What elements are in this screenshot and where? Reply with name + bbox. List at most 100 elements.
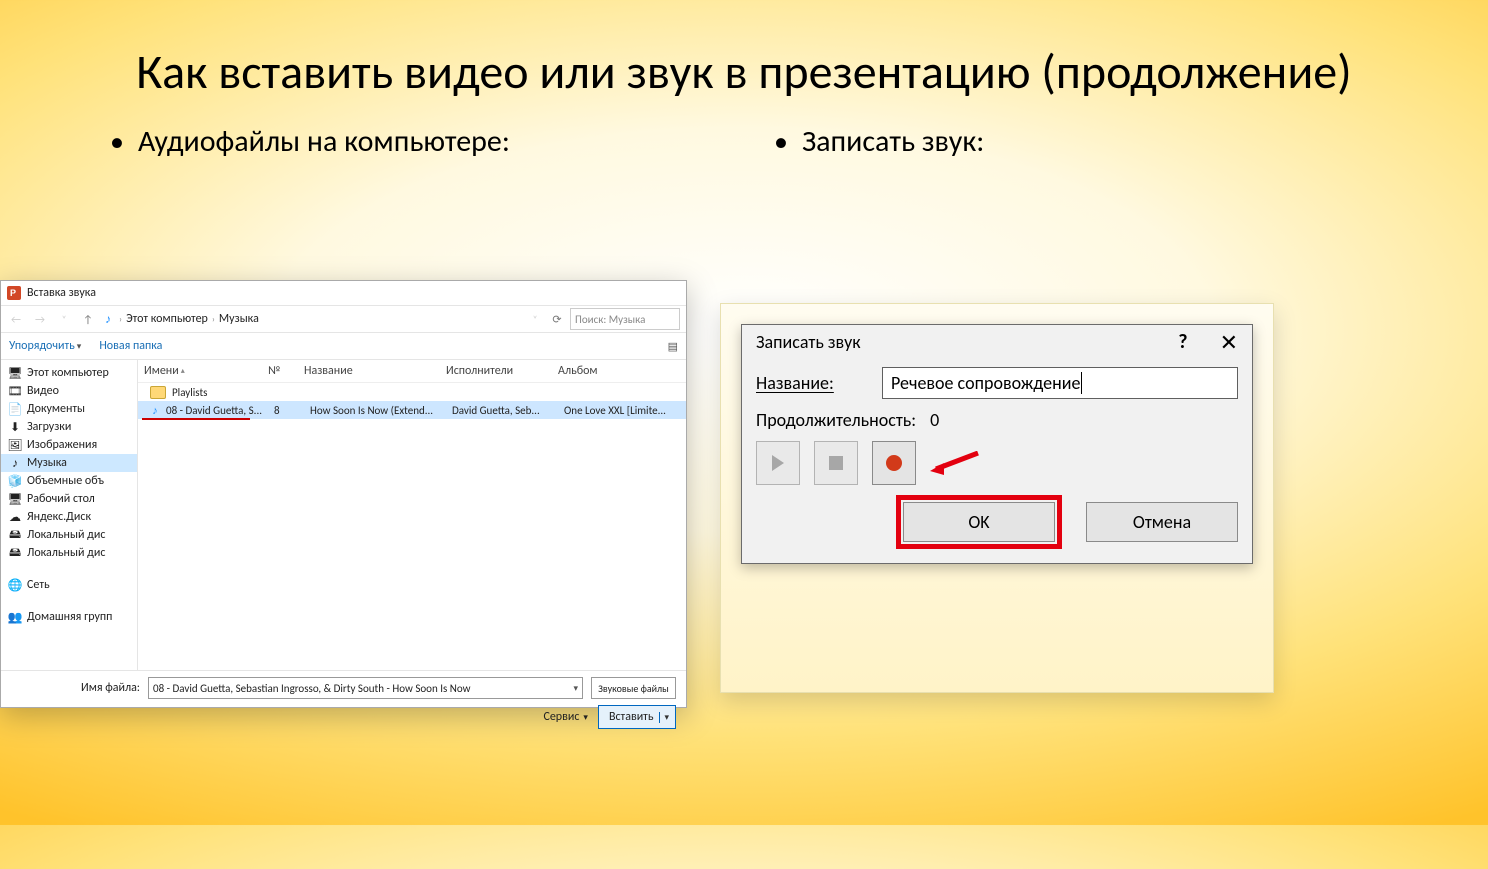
close-button[interactable]: ✕ — [1220, 329, 1238, 356]
bullet-record-sound: Записать звук: — [774, 123, 1378, 160]
folder-icon — [150, 386, 166, 399]
sidebar-item-music[interactable]: ♪ Музыка — [1, 454, 137, 472]
sidebar-item-label: Этот компьютер — [27, 366, 109, 380]
stop-icon — [829, 456, 843, 470]
sidebar-item-label: Документы — [27, 402, 85, 416]
up-button[interactable]: ↑ — [79, 310, 97, 328]
powerpoint-icon — [7, 286, 21, 300]
dialog-titlebar: Записать звук ? ✕ — [742, 325, 1252, 359]
disk-icon: 🖴 — [9, 529, 21, 541]
search-input[interactable]: Поиск: Музыка — [570, 308, 680, 330]
home-icon: 👥 — [9, 611, 21, 623]
desktop-icon: 🖥 — [9, 493, 21, 505]
sidebar-item-label: Видео — [27, 384, 59, 398]
dialog-toolbar: Упорядочить ▾ Новая папка ▤ — [1, 333, 686, 360]
text-caret — [1081, 372, 1082, 394]
recent-locations-button[interactable]: ˅ — [55, 310, 73, 328]
chevron-right-icon: › — [212, 314, 215, 325]
sidebar-item-image[interactable]: 🖼 Изображения — [1, 436, 137, 454]
sidebar-item-label: Сеть — [27, 578, 50, 592]
breadcrumb-root[interactable]: Этот компьютер — [126, 312, 208, 326]
new-folder-button[interactable]: Новая папка — [99, 339, 162, 353]
address-bar: ← → ˅ ↑ ♪ › Этот компьютер › Музыка ˅ ⟳ … — [1, 305, 686, 333]
file-open-dialog: Вставка звука ← → ˅ ↑ ♪ › Этот компьютер… — [0, 280, 687, 708]
record-sound-dialog: Записать звук ? ✕ Название: Речевое сопр… — [741, 324, 1253, 564]
dialog-titlebar: Вставка звука — [1, 281, 686, 305]
dialog-footer: Имя файла: 08 - David Guetta, Sebastian … — [1, 670, 686, 735]
play-icon — [772, 455, 784, 471]
column-track-no[interactable]: № — [262, 364, 298, 378]
annotation-arrow — [930, 451, 980, 475]
ok-highlight: OK — [896, 495, 1062, 549]
sidebar-item-cube[interactable]: 🧊Объемные объ — [1, 472, 137, 490]
tools-menu[interactable]: Сервис ▾ — [543, 710, 588, 724]
download-icon: ⬇ — [9, 421, 21, 433]
breadcrumb-dropdown[interactable]: ˅ — [526, 310, 544, 328]
sidebar-item-download[interactable]: ⬇ Загрузки — [1, 418, 137, 436]
sidebar-item-net[interactable]: 🌐Сеть — [1, 576, 137, 594]
cloud-icon: ☁ — [9, 511, 21, 523]
disk-icon: 🖴 — [9, 547, 21, 559]
music-icon: ♪ — [9, 457, 21, 469]
column-artist[interactable]: Исполнители — [440, 364, 552, 378]
sidebar-item-disk[interactable]: 🖴 Локальный дис — [1, 526, 137, 544]
doc-icon: 📄 — [9, 403, 21, 415]
sidebar-item-label: Изображения — [27, 438, 97, 452]
navigation-tree: 🖥 Этот компьютер 🎞 Видео 📄 Документы ⬇ Загрузки… — [1, 360, 138, 670]
column-headers[interactable]: Имени ▴ № Название Исполнители Альбом — [138, 360, 686, 383]
chevron-down-icon: ▾ — [573, 683, 578, 694]
pc-icon: 🖥 — [9, 367, 21, 379]
sidebar-item-label: Музыка — [27, 456, 67, 470]
chevron-down-icon: ▾ — [77, 341, 82, 352]
sidebar-item-disk[interactable]: 🖴 Локальный дис — [1, 544, 137, 562]
insert-split-arrow[interactable]: ▾ — [659, 712, 673, 723]
video-icon: 🎞 — [9, 385, 21, 397]
record-icon — [886, 455, 902, 471]
view-options-button[interactable]: ▤ — [668, 340, 678, 353]
stop-button[interactable] — [814, 441, 858, 485]
chevron-down-icon: ▾ — [583, 712, 588, 723]
playback-controls — [756, 441, 1238, 485]
sidebar-item-label: Локальный дис — [27, 528, 105, 542]
filename-input[interactable]: 08 - David Guetta, Sebastian Ingrosso, &… — [148, 677, 583, 699]
organize-menu[interactable]: Упорядочить ▾ — [9, 339, 81, 353]
sidebar-item-label: Локальный дис — [27, 546, 105, 560]
audio-file-icon: ♪ — [150, 404, 160, 416]
duration-value: 0 — [930, 409, 939, 431]
sidebar-item-desktop[interactable]: 🖥 Рабочий стол — [1, 490, 137, 508]
sidebar-item-pc[interactable]: 🖥 Этот компьютер — [1, 364, 137, 382]
image-icon: 🖼 — [9, 439, 21, 451]
slide-title: Как вставить видео или звук в презентаци… — [60, 44, 1428, 99]
help-button[interactable]: ? — [1178, 330, 1187, 354]
sidebar-item-label: Загрузки — [27, 420, 71, 434]
sidebar-item-home[interactable]: 👥 Домашняя групп — [1, 608, 137, 626]
cancel-button[interactable]: Отмена — [1086, 502, 1238, 542]
column-title[interactable]: Название — [298, 364, 440, 378]
recording-name-input[interactable]: Речевое сопровождение — [882, 367, 1238, 399]
sidebar-item-video[interactable]: 🎞 Видео — [1, 382, 137, 400]
sidebar-item-cloud[interactable]: ☁Яндекс.Диск — [1, 508, 137, 526]
filetype-filter[interactable]: Звуковые файлы — [591, 677, 676, 699]
sidebar-item-label: Рабочий стол — [27, 492, 95, 506]
play-button[interactable] — [756, 441, 800, 485]
ok-button[interactable]: OK — [903, 502, 1055, 542]
folder-row[interactable]: Playlists — [138, 383, 686, 401]
back-button[interactable]: ← — [7, 310, 25, 328]
forward-button[interactable]: → — [31, 310, 49, 328]
dialog-title: Записать звук — [756, 331, 861, 353]
annotation-underline — [142, 418, 250, 420]
refresh-button[interactable]: ⟳ — [548, 310, 566, 328]
chevron-right-icon: › — [119, 314, 122, 325]
column-album[interactable]: Альбом — [552, 364, 686, 378]
insert-button[interactable]: Вставить ▾ — [598, 705, 676, 729]
file-row[interactable]: ♪08 - David Guetta, S...8How Soon Is Now… — [138, 401, 686, 419]
record-button[interactable] — [872, 441, 916, 485]
column-name[interactable]: Имени ▴ — [138, 364, 262, 378]
breadcrumb[interactable]: › Этот компьютер › Музыка — [119, 312, 259, 326]
breadcrumb-folder[interactable]: Музыка — [219, 312, 259, 326]
sidebar-item-label: Объемные объ — [27, 474, 104, 488]
sidebar-item-doc[interactable]: 📄 Документы — [1, 400, 137, 418]
sidebar-item-label: Домашняя групп — [27, 610, 112, 624]
duration-label: Продолжительность: — [756, 409, 916, 431]
slide-columns: Аудиофайлы на компьютере: Записать звук: — [0, 123, 1488, 176]
